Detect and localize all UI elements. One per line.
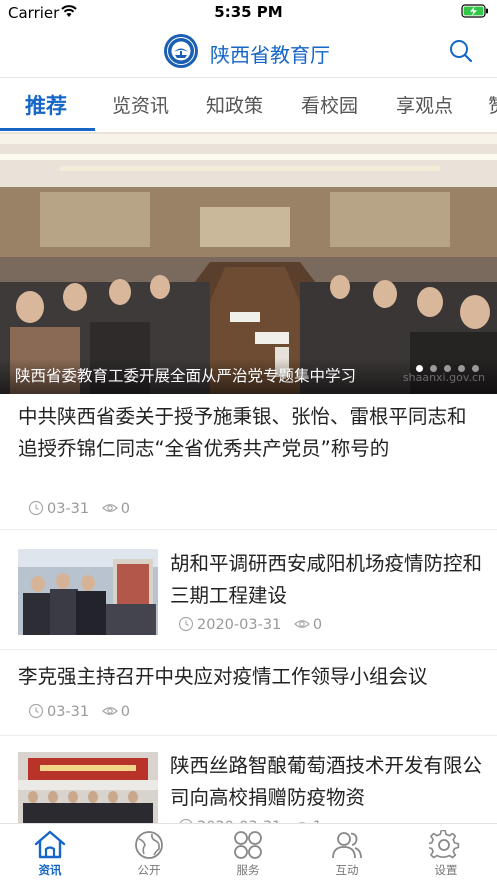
- meeting-photo: [0, 132, 497, 394]
- carousel-caption: 陕西省委教育工委开展全面从严治党专题集中学习: [15, 367, 357, 385]
- search-icon[interactable]: [449, 39, 473, 63]
- news-title[interactable]: 李克强主持召开中央应对疫情工作领导小组会议: [18, 661, 484, 694]
- eye-icon: [294, 620, 310, 628]
- nav-item-interaction[interactable]: 互动: [312, 830, 382, 878]
- grid-icon: [234, 831, 262, 859]
- status-bar: Carrier 5:35 PM: [0, 0, 497, 26]
- tab-recommend[interactable]: 推荐: [25, 90, 67, 120]
- news-views: 0: [120, 704, 130, 720]
- news-title[interactable]: 陕西丝路智酿葡萄酒技术开发有限公司向高校捐赠防疫物资: [170, 750, 485, 816]
- nav-label: 资讯: [38, 863, 62, 877]
- nav-label: 互动: [335, 863, 359, 877]
- news-views: 0: [312, 617, 323, 633]
- users-icon: [332, 832, 362, 859]
- emblem-logo: [164, 34, 198, 68]
- globe-icon: [135, 831, 163, 859]
- tab-news[interactable]: 览资讯: [112, 91, 169, 118]
- tab-opinion[interactable]: 享观点: [396, 91, 453, 118]
- news-meta: 2020-03-31 0: [178, 616, 322, 633]
- news-date: 2020-03-31: [197, 617, 282, 633]
- news-meta: 03-31 0: [28, 500, 130, 517]
- nav-label: 设置: [434, 863, 458, 877]
- news-title[interactable]: 中共陕西省委关于授予施秉银、张怡、雷根平同志和追授乔锦仁同志“全省优秀共产党员”…: [18, 401, 484, 467]
- carousel-dot[interactable]: [444, 365, 451, 372]
- tab-policy[interactable]: 知政策: [206, 91, 263, 118]
- nav-label: 服务: [236, 863, 260, 877]
- news-item[interactable]: 李克强主持召开中央应对疫情工作领导小组会议 03-31 0: [0, 650, 497, 736]
- news-title[interactable]: 胡和平调研西安咸阳机场疫情防控和三期工程建设: [170, 548, 485, 614]
- nav-item-service[interactable]: 服务: [213, 830, 283, 878]
- headline-carousel[interactable]: 陕西省委教育工委开展全面从严治党专题集中学习 shaanxi.gov.cn: [0, 132, 497, 394]
- carousel-pagination[interactable]: [409, 357, 479, 376]
- battery-charging-icon: [461, 4, 488, 18]
- app-header: 陕西省教育厅: [0, 26, 497, 78]
- nav-item-public[interactable]: 公开: [114, 830, 184, 878]
- category-tabs: 推荐 览资讯 知政策 看校园 享观点 赞: [0, 78, 497, 132]
- bottom-tab-bar: 资讯 公开 服务 互动 设置: [0, 823, 497, 883]
- clock-icon: [178, 616, 194, 632]
- news-item[interactable]: 中共陕西省委关于授予施秉银、张怡、雷根平同志和追授乔锦仁同志“全省优秀共产党员”…: [0, 394, 497, 530]
- page-title: 陕西省教育厅: [210, 43, 330, 67]
- carousel-dot[interactable]: [472, 365, 479, 372]
- home-icon: [34, 830, 66, 859]
- clock-icon: [28, 500, 44, 516]
- active-tab-indicator: [0, 128, 95, 131]
- news-meta: 03-31 0: [28, 703, 130, 720]
- nav-item-settings[interactable]: 设置: [411, 830, 481, 878]
- eye-icon: [101, 707, 118, 715]
- carousel-dot[interactable]: [416, 365, 423, 372]
- news-date: 03-31: [47, 704, 90, 720]
- nav-label: 公开: [137, 863, 161, 877]
- status-time: 5:35 PM: [214, 3, 283, 21]
- news-date: 03-31: [47, 501, 90, 517]
- carousel-dot[interactable]: [430, 365, 437, 372]
- news-item[interactable]: 胡和平调研西安咸阳机场疫情防控和三期工程建设 2020-03-31 0: [0, 530, 497, 650]
- carousel-dot[interactable]: [458, 365, 465, 372]
- gear-icon: [429, 830, 460, 859]
- clock-icon: [28, 703, 44, 719]
- news-views: 0: [120, 501, 130, 517]
- tab-campus[interactable]: 看校园: [301, 91, 358, 118]
- nav-item-news[interactable]: 资讯: [15, 830, 85, 878]
- news-item[interactable]: 陕西丝路智酿葡萄酒技术开发有限公司向高校捐赠防疫物资 2020-03-31 1: [0, 736, 497, 838]
- news-thumbnail: [18, 549, 158, 635]
- eye-icon: [101, 504, 118, 512]
- tab-more[interactable]: 赞: [488, 91, 497, 118]
